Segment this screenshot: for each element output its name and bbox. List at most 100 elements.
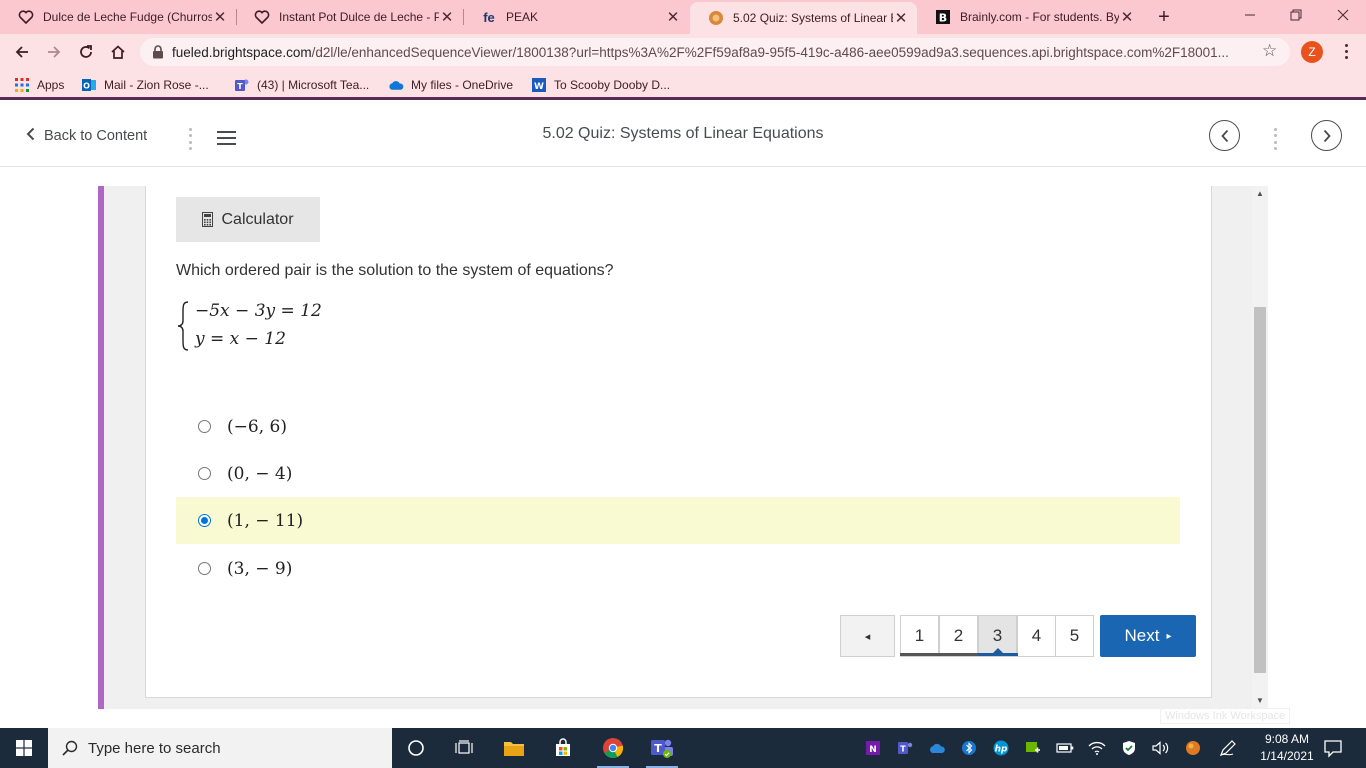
- svg-text:W: W: [534, 82, 544, 92]
- page-button-4[interactable]: 4: [1017, 615, 1056, 657]
- word-icon: W: [531, 77, 547, 93]
- bookmark-label: To Scooby Dooby D...: [554, 78, 671, 92]
- radio-button-checked[interactable]: [198, 514, 211, 527]
- taskbar-clock[interactable]: 9:08 AM 1/14/2021: [1257, 731, 1317, 765]
- bookmarks-bar: Apps O Mail - Zion Rose -... T (43) | Mi…: [0, 70, 1366, 100]
- close-tab-icon[interactable]: ✕: [439, 8, 455, 26]
- page-button-1[interactable]: 1: [900, 615, 939, 657]
- bluetooth-icon[interactable]: [953, 728, 985, 768]
- tab-title: Instant Pot Dulce de Leche - Pi: [279, 10, 439, 24]
- bookmark-label: My files - OneDrive: [411, 78, 514, 92]
- ink-workspace-watermark: Windows Ink Workspace: [1160, 708, 1291, 724]
- bookmark-mail[interactable]: O Mail - Zion Rose -...: [81, 75, 209, 95]
- address-bar[interactable]: fueled.brightspace.com/d2l/le/enhancedSe…: [140, 38, 1290, 66]
- teams-tray-icon[interactable]: T: [889, 728, 921, 768]
- wifi-icon[interactable]: [1081, 728, 1113, 768]
- windows-ink-pen-icon[interactable]: [1212, 728, 1244, 768]
- tab-dulce-fudge[interactable]: Dulce de Leche Fudge (Churros ✕: [0, 0, 236, 34]
- bookmark-word[interactable]: W To Scooby Dooby D...: [531, 75, 670, 95]
- bookmark-label: (43) | Microsoft Tea...: [257, 78, 370, 92]
- close-window-icon[interactable]: [1320, 0, 1366, 30]
- radio-button[interactable]: [198, 467, 211, 480]
- back-arrow-icon[interactable]: [8, 38, 36, 66]
- svg-text:O: O: [83, 82, 90, 91]
- bookmark-apps[interactable]: Apps: [14, 75, 64, 95]
- left-brace-icon: [177, 301, 189, 351]
- tab-brainly[interactable]: B Brainly.com - For students. By ✕: [917, 0, 1143, 34]
- taskbar-search-box[interactable]: Type here to search: [48, 728, 392, 768]
- accent-bar: [98, 186, 104, 709]
- close-tab-icon[interactable]: ✕: [1119, 8, 1135, 26]
- restore-icon[interactable]: [1273, 0, 1319, 30]
- onedrive-tray-icon[interactable]: [921, 728, 953, 768]
- radio-button[interactable]: [198, 562, 211, 575]
- home-icon[interactable]: [104, 38, 132, 66]
- scroll-up-arrow-icon[interactable]: ▲: [1252, 187, 1268, 201]
- notification-center-icon[interactable]: [1322, 737, 1344, 759]
- hp-icon[interactable]: hp: [985, 728, 1017, 768]
- profile-avatar[interactable]: Z: [1301, 41, 1323, 63]
- page-button-5[interactable]: 5: [1055, 615, 1094, 657]
- next-activity-button[interactable]: [1311, 120, 1342, 151]
- microsoft-store-icon[interactable]: [539, 728, 587, 768]
- search-icon: [62, 740, 78, 756]
- close-tab-icon[interactable]: ✕: [212, 8, 228, 26]
- file-explorer-icon[interactable]: [490, 728, 538, 768]
- current-page-caret-icon: [993, 648, 1003, 653]
- answer-option[interactable]: (0, − 4): [176, 450, 1180, 497]
- url-path: /d2l/le/enhancedSequenceViewer/1800138?u…: [311, 44, 1229, 60]
- lock-icon[interactable]: [144, 45, 172, 59]
- minimize-icon[interactable]: [1227, 0, 1273, 30]
- fe-logo-icon: fe: [483, 9, 495, 25]
- tab-quiz-active[interactable]: 5.02 Quiz: Systems of Linear Eq ✕: [690, 2, 917, 34]
- windows-start-icon[interactable]: [0, 728, 48, 768]
- onenote-tray-icon[interactable]: N: [857, 728, 889, 768]
- tab-instant-pot[interactable]: Instant Pot Dulce de Leche - Pi ✕: [236, 0, 463, 34]
- browser-toolbar: fueled.brightspace.com/d2l/le/enhancedSe…: [0, 34, 1366, 70]
- network-status-icon[interactable]: [1017, 728, 1049, 768]
- radio-button[interactable]: [198, 420, 211, 433]
- svg-text:B: B: [939, 12, 947, 25]
- answer-option[interactable]: (3, − 9): [176, 545, 1180, 592]
- close-tab-icon[interactable]: ✕: [893, 9, 909, 27]
- svg-text:T: T: [900, 745, 906, 754]
- answer-option-selected[interactable]: (1, − 11): [176, 497, 1180, 544]
- clock-date: 1/14/2021: [1260, 749, 1314, 763]
- svg-text:T: T: [654, 742, 662, 755]
- battery-icon[interactable]: [1049, 728, 1081, 768]
- forward-arrow-icon[interactable]: [40, 38, 68, 66]
- previous-activity-button[interactable]: [1209, 120, 1240, 151]
- chrome-icon[interactable]: [589, 728, 637, 768]
- bookmark-onedrive[interactable]: My files - OneDrive: [388, 75, 513, 95]
- app-tray-icon[interactable]: [1177, 728, 1209, 768]
- svg-text:N: N: [869, 745, 877, 755]
- security-shield-icon[interactable]: [1113, 728, 1145, 768]
- brightspace-icon: [708, 10, 724, 26]
- bookmark-star-icon[interactable]: ☆: [1262, 41, 1277, 61]
- current-page-indicator: [978, 653, 1017, 656]
- browser-menu-icon[interactable]: [1338, 40, 1354, 62]
- tab-peak[interactable]: fe PEAK ✕: [463, 0, 689, 34]
- scrollbar-thumb[interactable]: [1254, 307, 1266, 673]
- bookmark-label: Mail - Zion Rose -...: [104, 78, 209, 92]
- bookmark-teams[interactable]: T (43) | Microsoft Tea...: [234, 75, 369, 95]
- new-tab-plus-icon[interactable]: +: [1152, 6, 1176, 28]
- page-button-2[interactable]: 2: [939, 615, 978, 657]
- reload-icon[interactable]: [72, 38, 100, 66]
- calculator-button[interactable]: Calculator: [176, 197, 320, 242]
- cortana-icon[interactable]: [392, 728, 440, 768]
- task-view-icon[interactable]: [440, 728, 488, 768]
- search-placeholder: Type here to search: [88, 739, 221, 757]
- previous-question-button[interactable]: ◂: [840, 615, 895, 657]
- next-question-button[interactable]: Next ▸: [1100, 615, 1196, 657]
- triangle-right-icon: ▸: [1166, 630, 1172, 642]
- scroll-down-arrow-icon[interactable]: ▼: [1252, 694, 1268, 708]
- onedrive-icon: [388, 77, 404, 93]
- answer-label: (0, − 4): [227, 463, 293, 484]
- teams-taskbar-icon[interactable]: T: [638, 728, 686, 768]
- volume-icon[interactable]: [1145, 728, 1177, 768]
- answer-label: (1, − 11): [227, 510, 304, 531]
- answer-option[interactable]: (−6, 6): [176, 403, 1180, 450]
- close-tab-icon[interactable]: ✕: [665, 8, 681, 26]
- pinterest-heart-icon: [254, 9, 270, 25]
